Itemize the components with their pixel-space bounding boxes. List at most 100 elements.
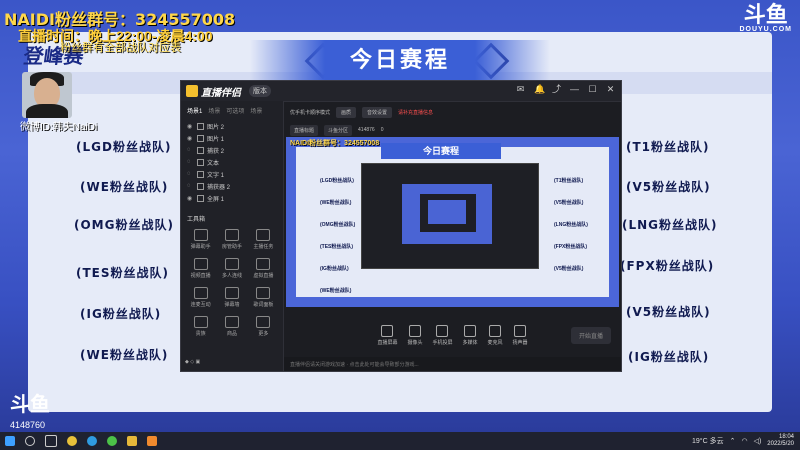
minimize-icon[interactable]: — [570,85,579,94]
stream-preview[interactable]: 今日赛程 NAIDI粉丝群号：324557008 (LGD粉丝战队) (WE粉丝… [286,137,619,307]
left-team-1: (LGD粉丝战队) [76,140,172,154]
bell-icon[interactable]: 🔔 [534,85,545,94]
folder-icon[interactable] [127,436,137,446]
eye-icon[interactable]: ◌ [187,159,193,165]
checkbox-icon[interactable] [197,194,204,202]
scene-item[interactable]: ◉ 图片 2 [181,120,283,132]
eye-icon[interactable]: ◉ [187,123,193,130]
left-team-3: (OMG粉丝战队) [74,218,174,232]
share-icon[interactable]: ⤴ [552,85,561,94]
side-tabs: 场景1 场景 可选项 场景 [181,101,283,120]
app-titlebar[interactable]: 直播伴侣 版本 ✉ 🔔 ⤴ — ☐ ✕ [181,81,621,102]
side-tab-2[interactable]: 场景 [208,106,220,115]
clock[interactable]: 18:04 2022/5/20 [767,434,794,448]
left-team-5: (IG粉丝战队) [80,307,162,321]
douyu-logo-bottom: 斗鱼 [10,395,50,415]
version-badge[interactable]: 版本 [249,85,271,97]
tool-goods[interactable]: 商品 [216,316,247,337]
right-team-3: (LNG粉丝战队) [622,218,718,232]
tray-arrow-icon[interactable]: ⌃ [730,437,736,445]
left-team-4: (TES粉丝战队) [76,266,169,280]
preview-team: (LNG粉丝战队) [554,222,588,228]
checkbox-icon[interactable] [197,170,204,178]
checkbox-icon[interactable] [197,134,204,142]
tool-more[interactable]: 更多 [248,316,279,337]
preview-team: (LGD粉丝战队) [320,178,354,184]
nested-window-2 [420,194,476,232]
chrome-icon[interactable] [67,436,77,446]
window-controls: ✉ 🔔 ⤴ — ☐ ✕ [516,85,615,94]
tool-room-admin[interactable]: 房管助手 [216,229,247,250]
task-view-icon[interactable] [45,435,57,447]
eye-icon[interactable]: ◉ [187,195,193,202]
speaker-button[interactable]: 扬声器 [513,325,528,346]
warning-text[interactable]: 请补充直播信息 [398,109,433,116]
quality-button[interactable]: 画质 [336,106,357,118]
tool-tasks[interactable]: 主播任务 [248,229,279,250]
preview-title: 今日赛程 [381,143,501,159]
scene-item[interactable]: ◌ 文本 [181,156,283,168]
preview-team: (V5粉丝战队) [554,200,584,206]
weather[interactable]: 19°C 多云 [692,436,724,446]
checkbox-icon[interactable] [197,158,204,166]
edge-icon[interactable] [87,436,97,446]
tool-danmu-wall[interactable]: 弹幕墙 [216,287,247,308]
wechat-icon[interactable] [107,436,117,446]
scene-item[interactable]: ◉ 全屏 1 [181,192,283,204]
eye-icon[interactable]: ◌ [187,147,193,153]
scene-label: 图片 1 [207,136,225,143]
tool-danmu[interactable]: 弹幕助手 [185,229,216,250]
windows-taskbar: 19°C 多云 ⌃ ◠ ◁) 18:04 2022/5/20 [0,432,800,450]
scene-label: 文字 1 [207,172,225,179]
tool-video[interactable]: 视频直播 [185,258,216,279]
maximize-icon[interactable]: ☐ [588,85,597,94]
streaming-app-window[interactable]: 直播伴侣 版本 ✉ 🔔 ⤴ — ☐ ✕ 场景1 场景 可选项 场景 ◉ 图片 2 … [180,80,622,372]
scene-item[interactable]: ◌ 文字 1 [181,168,283,180]
windows-start-icon[interactable] [5,436,15,446]
mail-icon[interactable]: ✉ [516,85,525,94]
microphone-button[interactable]: 麦克风 [488,325,503,346]
app-logo-icon [186,85,198,97]
start-stream-button[interactable]: 开始直播 [570,327,611,344]
right-team-4: (FPX粉丝战队) [620,259,715,273]
search-icon[interactable] [25,436,35,446]
tool-lyrics[interactable]: 歌词面板 [248,287,279,308]
checkbox-icon[interactable] [197,182,204,190]
side-tab-1[interactable]: 场景1 [187,106,202,115]
camera-button[interactable]: 摄像头 [407,325,422,346]
tool-multi[interactable]: 多人连线 [216,258,247,279]
screen-capture-button[interactable]: 直播屏幕 [377,325,397,346]
counter: 0 [380,127,384,133]
room-title-button[interactable]: 直播标题 [290,124,319,136]
preview-team: (IG粉丝战队) [320,266,349,272]
eye-icon[interactable]: ◉ [187,135,193,142]
category-button[interactable]: 斗鱼分区 [324,124,353,136]
preview-team: (WE粉丝战队) [320,288,352,294]
side-tab-3[interactable]: 可选项 [226,106,244,115]
side-tab-4[interactable]: 场景 [250,106,262,115]
streamer-avatar [22,72,72,118]
network-icon[interactable]: ◠ [741,437,747,445]
close-icon[interactable]: ✕ [606,85,615,94]
nested-preview [402,184,492,244]
scene-label: 捕获器 2 [207,184,231,191]
clock-time: 18:04 [778,434,794,440]
scene-item[interactable]: ◌ 捕获 2 [181,144,283,156]
phone-cast-button[interactable]: 手机投屏 [432,325,453,346]
audio-settings-button[interactable]: 音效设置 [362,106,393,118]
scene-item[interactable]: ◌ 捕获器 2 [181,180,283,192]
volume-icon[interactable]: ◁) [754,437,762,445]
checkbox-icon[interactable] [197,146,204,154]
preview-team: (OMG粉丝战队) [320,222,356,228]
tool-virtual[interactable]: 虚拟直播 [248,258,279,279]
scene-item[interactable]: ◉ 图片 1 [181,132,283,144]
tool-noble[interactable]: 贵族 [185,316,216,337]
checkbox-icon[interactable] [197,122,204,130]
eye-icon[interactable]: ◌ [187,183,193,189]
system-tray: 19°C 多云 ⌃ ◠ ◁) 18:04 2022/5/20 [692,434,794,448]
eye-icon[interactable]: ◌ [187,171,193,177]
left-team-2: (WE粉丝战队) [80,180,169,194]
tool-mic-link[interactable]: 连麦互动 [185,287,216,308]
app-icon[interactable] [147,436,157,446]
media-button[interactable]: 多媒体 [463,325,478,346]
